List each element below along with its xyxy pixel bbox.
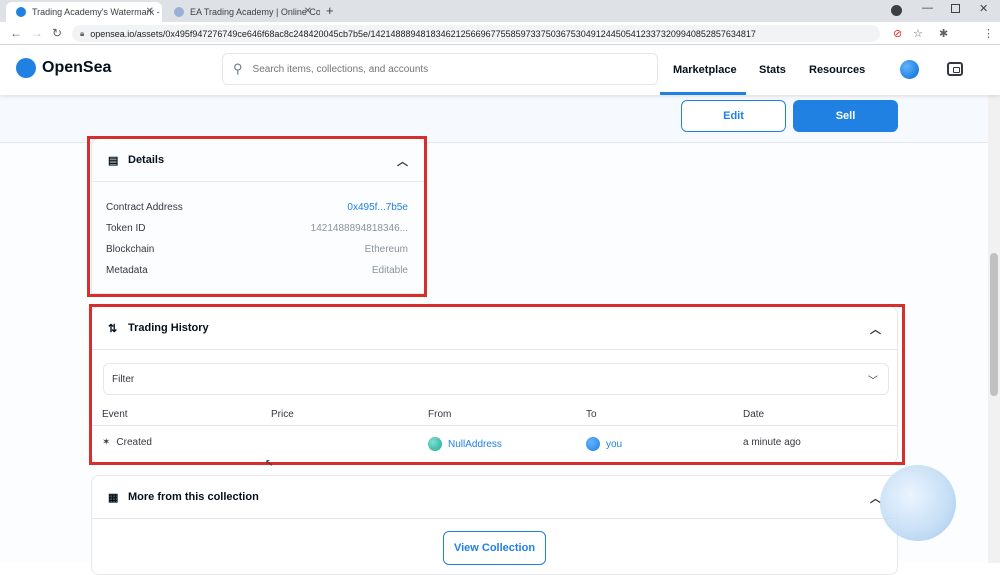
contract-address-link[interactable]: 0x495f...7b5e [347,202,408,213]
window-close-icon[interactable]: ✕ [979,2,988,15]
filter-label: Filter [112,373,135,385]
details-panel: ▤ Details ︿ Contract Address 0x495f...7b… [91,138,425,294]
event-cell: ✶ Created [102,437,152,448]
back-arrow-icon[interactable]: ← [10,26,22,40]
more-collection-title: More from this collection [128,491,259,503]
close-icon[interactable]: ✕ [304,6,312,17]
from-link[interactable]: NullAddress [448,439,502,450]
url-text: opensea.io/assets/0x495f947276749ce646f6… [90,28,756,39]
search-box[interactable]: ⚲ [222,53,658,85]
watermark-globe-logo [880,465,956,541]
column-header-event: Event [102,409,128,420]
browser-toolbar: ← → ↻ 🔒︎ opensea.io/assets/0x495f9472767… [0,22,1000,62]
to-cell[interactable]: you [586,437,622,451]
opensea-logo-icon[interactable] [16,58,36,78]
from-cell[interactable]: NullAddress [428,437,502,451]
chevron-up-icon[interactable]: ︿ [397,153,408,169]
sparkle-icon: ✶ [102,437,111,448]
divider [92,425,897,426]
tab-title: EA Trading Academy | Online Co [190,7,320,17]
tab-title: Trading Academy's Watermark - [32,7,160,17]
trading-history-title: Trading History [128,322,209,334]
more-collection-header[interactable]: ▦ More from this collection ︿ [92,476,897,519]
event-value: Created [116,437,152,448]
main-content: Edit Sell ▤ Details ︿ Contract Address 0… [0,95,988,575]
trading-history-panel: ⇅ Trading History ︿ Filter ﹀ Event Price… [91,306,898,464]
details-list-icon: ▤ [108,154,119,167]
opensea-favicon-icon [16,7,26,17]
lock-icon: 🔒︎ [80,28,85,38]
search-icon: ⚲ [233,61,243,76]
reload-icon[interactable]: ↻ [52,26,62,40]
detail-value: Editable [371,264,408,276]
new-tab-button[interactable]: + [326,3,334,18]
detail-key: Token ID [106,222,146,234]
detail-value: 1421488894818346... [310,222,408,234]
chevron-down-icon: ﹀ [868,376,878,387]
nav-active-indicator [660,92,746,95]
address-bar[interactable]: 🔒︎ opensea.io/assets/0x495f947276749ce64… [72,25,880,42]
filter-dropdown[interactable]: Filter ﹀ [103,363,889,395]
to-avatar [586,437,600,451]
nav-stats[interactable]: Stats [759,64,786,76]
column-header-to: To [586,409,597,420]
column-header-date: Date [743,409,765,420]
detail-row: Metadata Editable [106,261,408,279]
edit-button[interactable]: Edit [681,100,786,132]
nav-marketplace[interactable]: Marketplace [673,64,737,76]
sell-button[interactable]: Sell [793,100,898,132]
blocked-icon[interactable]: ⊘ [893,27,902,40]
minimize-icon[interactable]: — [922,2,933,14]
chevron-up-icon[interactable]: ︿ [870,321,881,337]
to-link[interactable]: you [606,439,622,450]
menu-dots-icon[interactable]: ⋮ [983,27,994,40]
detail-row: Contract Address 0x495f...7b5e [106,198,408,216]
globe-favicon-icon [174,7,184,17]
mouse-cursor-icon: ↖ [265,458,274,469]
extensions-icon[interactable]: ✱ [939,27,948,40]
brand-name[interactable]: OpenSea [42,59,111,77]
from-avatar [428,437,442,451]
browser-tab[interactable]: EA Trading Academy | Online Co ✕ [164,2,320,22]
browser-tab-active[interactable]: Trading Academy's Watermark - ✕ [6,2,162,22]
swap-arrows-icon: ⇅ [108,322,118,335]
search-input[interactable] [252,63,633,75]
star-icon[interactable]: ☆ [913,27,923,40]
details-header[interactable]: ▤ Details ︿ [92,139,424,182]
detail-key: Blockchain [106,243,155,255]
column-header-price: Price [271,409,294,420]
detail-key: Metadata [106,264,148,276]
close-icon[interactable]: ✕ [146,6,154,17]
detail-value: Ethereum [364,243,408,255]
detail-key: Contract Address [106,201,183,213]
nav-resources[interactable]: Resources [809,64,865,76]
detail-row: Token ID 1421488894818346... [106,219,408,237]
browser-tab-bar: Trading Academy's Watermark - ✕ EA Tradi… [0,0,1000,22]
detail-row: Blockchain Ethereum [106,240,408,258]
profile-avatar[interactable] [900,60,919,79]
maximize-icon[interactable] [951,4,960,13]
view-collection-button[interactable]: View Collection [443,531,546,565]
tab-search-icon[interactable] [891,5,902,16]
forward-arrow-icon[interactable]: → [31,26,43,40]
wallet-icon[interactable] [947,62,963,76]
scrollbar-thumb[interactable] [990,253,998,396]
owner-action-bar: Edit Sell [0,95,988,143]
column-header-from: From [428,409,452,420]
grid-icon: ▦ [108,491,119,504]
date-cell: a minute ago [743,437,801,448]
trading-history-header[interactable]: ⇅ Trading History ︿ [92,307,897,350]
details-title: Details [128,154,165,166]
site-header: OpenSea ⚲ Marketplace Stats Resources [0,45,1000,95]
